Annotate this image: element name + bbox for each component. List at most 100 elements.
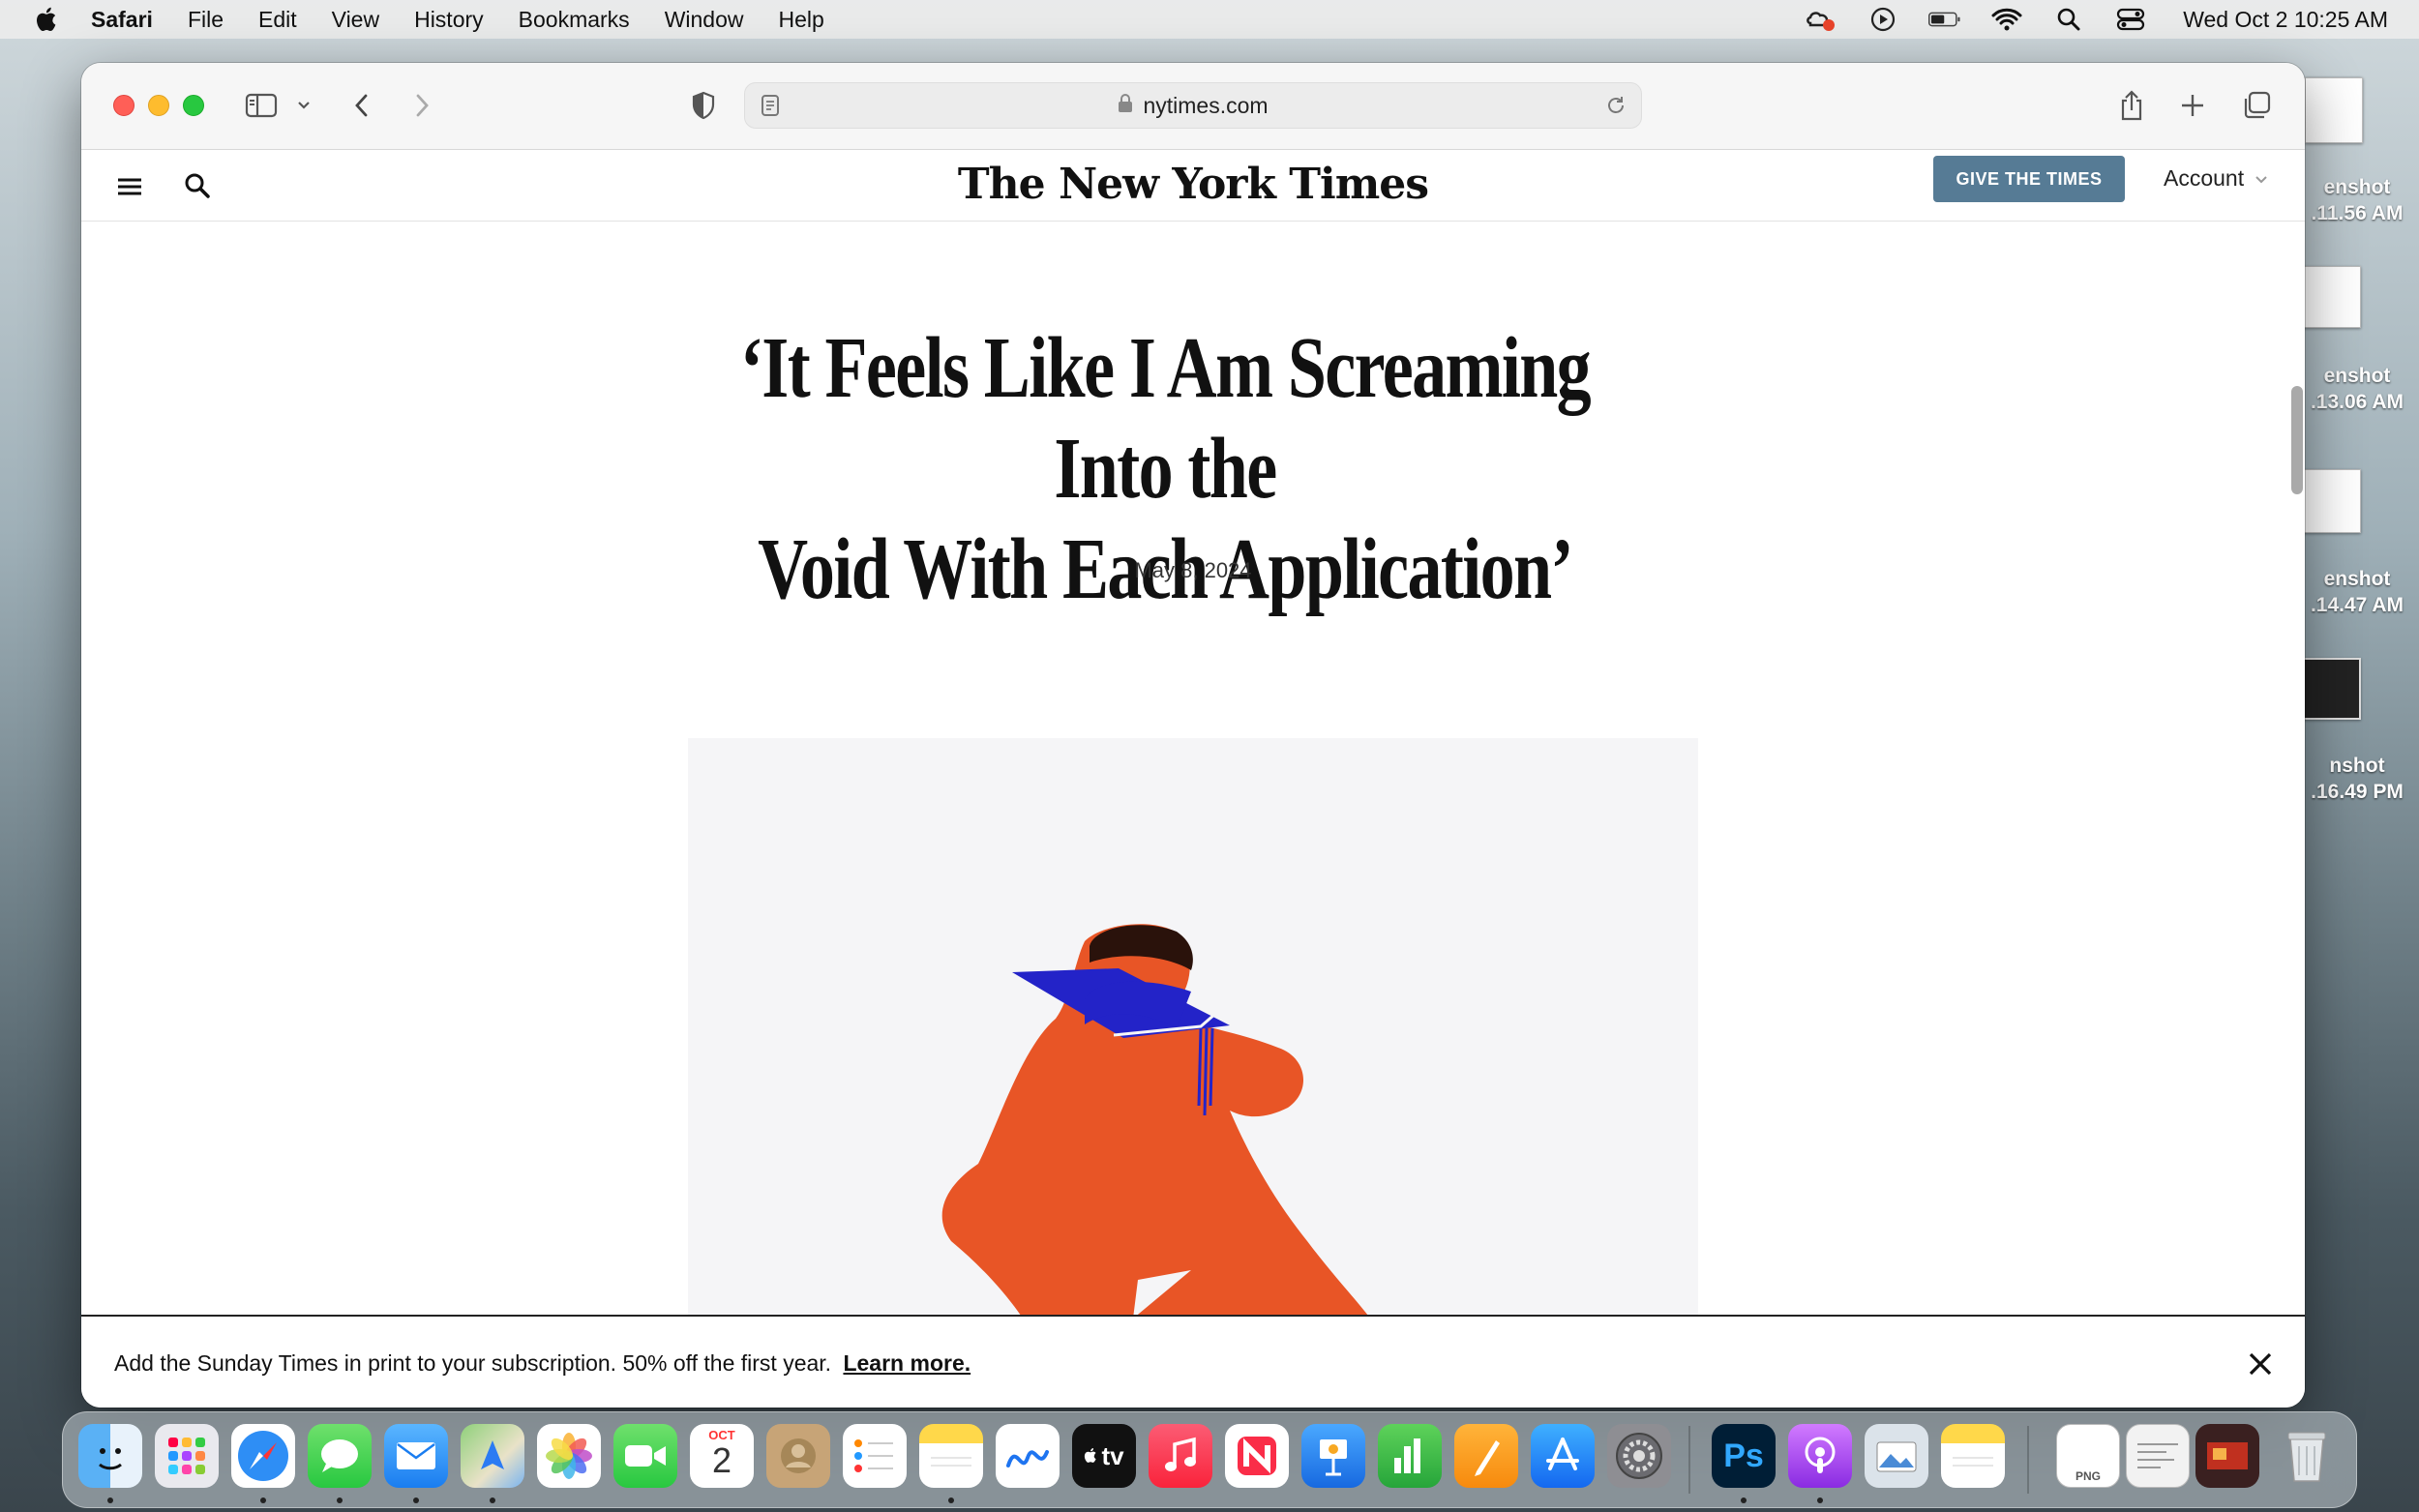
give-the-times-button[interactable]: GIVE THE TIMES: [1933, 156, 2125, 202]
tv-app-icon[interactable]: tv: [1072, 1424, 1136, 1488]
documents-stack-icon[interactable]: [2126, 1424, 2190, 1488]
dock: OCT 2 tv Ps PNG: [62, 1411, 2357, 1508]
menu-window[interactable]: Window: [665, 7, 744, 33]
creative-cloud-icon[interactable]: [1805, 6, 1837, 33]
control-center-icon[interactable]: [2114, 6, 2147, 33]
file-name-line: enshot: [2323, 568, 2391, 590]
menu-help[interactable]: Help: [779, 7, 824, 33]
contacts-app-icon[interactable]: [766, 1424, 830, 1488]
new-tab-icon[interactable]: [2173, 86, 2212, 125]
page-scrollbar[interactable]: [2291, 386, 2303, 494]
zoom-window-button[interactable]: [183, 95, 204, 116]
menu-view[interactable]: View: [332, 7, 379, 33]
close-icon[interactable]: [2246, 1349, 2275, 1379]
preview-app-icon[interactable]: [1865, 1424, 1928, 1488]
close-window-button[interactable]: [113, 95, 134, 116]
desktop-file-name-2[interactable]: enshot .13.06 AM: [2295, 363, 2419, 415]
facetime-app-icon[interactable]: [613, 1424, 677, 1488]
system-settings-icon[interactable]: [1607, 1424, 1671, 1488]
trash-icon[interactable]: [2275, 1424, 2339, 1488]
play-icon[interactable]: [1867, 6, 1899, 33]
menu-file[interactable]: File: [188, 7, 224, 33]
account-label: Account: [2164, 165, 2245, 191]
battery-icon[interactable]: [1928, 6, 1961, 33]
running-indicator: [413, 1497, 419, 1503]
reload-icon[interactable]: [1604, 94, 1628, 123]
desktop-file-thumb-2[interactable]: [2303, 266, 2361, 328]
running-indicator: [107, 1497, 113, 1503]
menu-bookmarks[interactable]: Bookmarks: [519, 7, 630, 33]
account-menu[interactable]: Account: [2164, 165, 2269, 192]
share-icon[interactable]: [2112, 86, 2151, 125]
desktop-file-thumb-1[interactable]: [2305, 77, 2363, 143]
launchpad-icon[interactable]: [155, 1424, 219, 1488]
desktop-file-thumb-4[interactable]: [2303, 658, 2361, 720]
maps-app-icon[interactable]: [461, 1424, 524, 1488]
safari-app-icon[interactable]: [231, 1424, 295, 1488]
photoshop-app-icon[interactable]: Ps: [1712, 1424, 1776, 1488]
photos-stack-icon[interactable]: [2195, 1424, 2259, 1488]
menu-app-safari[interactable]: Safari: [91, 7, 153, 33]
page-icon[interactable]: [761, 94, 780, 123]
calendar-app-icon[interactable]: OCT 2: [690, 1424, 754, 1488]
desktop-file-name-4[interactable]: nshot .16.49 PM: [2295, 753, 2419, 805]
wifi-icon[interactable]: [1990, 6, 2023, 33]
music-app-icon[interactable]: [1149, 1424, 1212, 1488]
app-store-icon[interactable]: [1531, 1424, 1595, 1488]
messages-app-icon[interactable]: [308, 1424, 372, 1488]
desktop-file-name-1[interactable]: enshot .11.56 AM: [2295, 174, 2419, 226]
file-name-line: .13.06 AM: [2310, 391, 2404, 413]
file-name-line: nshot: [2329, 755, 2385, 777]
notes-widget-icon[interactable]: [1941, 1424, 2005, 1488]
file-name-line: .16.49 PM: [2311, 781, 2404, 803]
running-indicator: [337, 1497, 343, 1503]
menu-bar: Safari File Edit View History Bookmarks …: [0, 0, 2419, 39]
photos-app-icon[interactable]: [537, 1424, 601, 1488]
menu-clock[interactable]: Wed Oct 2 10:25 AM: [2183, 7, 2388, 33]
tv-label: tv: [1101, 1440, 1124, 1470]
numbers-app-icon[interactable]: [1378, 1424, 1442, 1488]
forward-icon[interactable]: [403, 86, 441, 125]
address-bar[interactable]: nytimes.com: [744, 82, 1642, 129]
finder-icon[interactable]: [78, 1424, 142, 1488]
browser-toolbar: nytimes.com: [81, 63, 2305, 150]
chevron-down-icon[interactable]: [284, 86, 323, 125]
banner-text: Add the Sunday Times in print to your su…: [114, 1350, 832, 1376]
banner-message: Add the Sunday Times in print to your su…: [114, 1350, 971, 1377]
podcasts-app-icon[interactable]: [1788, 1424, 1852, 1488]
url-text: nytimes.com: [1143, 92, 1269, 118]
freeform-app-icon[interactable]: [996, 1424, 1060, 1488]
minimize-window-button[interactable]: [148, 95, 169, 116]
keynote-app-icon[interactable]: [1301, 1424, 1365, 1488]
learn-more-link[interactable]: Learn more.: [843, 1350, 971, 1376]
desktop-file-name-3[interactable]: enshot .14.47 AM: [2295, 566, 2419, 618]
desktop-file-thumb-3[interactable]: [2303, 469, 2361, 533]
png-file-icon[interactable]: PNG: [2056, 1424, 2120, 1488]
running-indicator: [260, 1497, 266, 1503]
publication-date: May 8, 2024: [1134, 558, 1252, 582]
dock-separator: [2027, 1426, 2029, 1494]
menu-edit[interactable]: Edit: [258, 7, 297, 33]
headline-line: ‘It Feels Like I Am Screaming Into the: [739, 320, 1592, 517]
running-indicator: [1741, 1497, 1747, 1503]
back-icon[interactable]: [343, 86, 381, 125]
news-app-icon[interactable]: [1225, 1424, 1289, 1488]
reminders-app-icon[interactable]: [843, 1424, 907, 1488]
privacy-shield-icon[interactable]: [684, 86, 723, 125]
apple-icon[interactable]: [33, 5, 62, 34]
menu-history[interactable]: History: [414, 7, 484, 33]
notes-app-icon[interactable]: [919, 1424, 983, 1488]
spotlight-icon[interactable]: [2052, 6, 2085, 33]
mail-app-icon[interactable]: [384, 1424, 448, 1488]
pages-app-icon[interactable]: [1454, 1424, 1518, 1488]
lock-icon: [1118, 93, 1133, 119]
running-indicator: [1817, 1497, 1823, 1503]
tab-overview-icon[interactable]: [2237, 86, 2276, 125]
running-indicator: [948, 1497, 954, 1503]
file-name-line: .11.56 AM: [2311, 202, 2404, 224]
file-name-line: enshot: [2323, 365, 2391, 387]
calendar-day: 2: [711, 1440, 732, 1480]
subscription-banner: Add the Sunday Times in print to your su…: [81, 1315, 2305, 1408]
sidebar-toggle-icon[interactable]: [242, 86, 281, 125]
png-file-label: PNG: [2075, 1469, 2101, 1483]
